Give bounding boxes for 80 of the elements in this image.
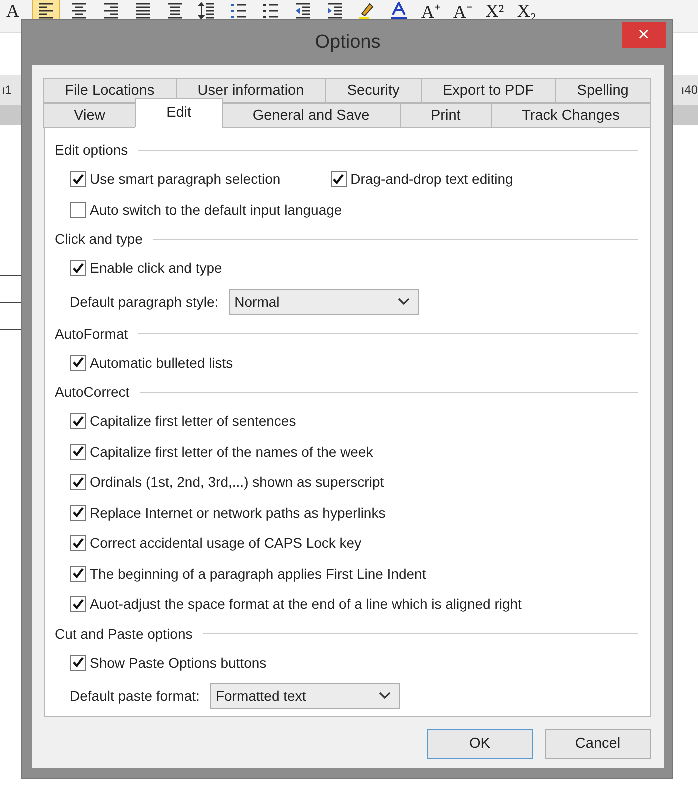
toolbar-button[interactable]: X² xyxy=(482,0,508,23)
toolbar-button[interactable]: A⁺ xyxy=(418,0,444,23)
tab[interactable]: File Locations xyxy=(43,78,177,103)
justify-icon xyxy=(134,2,152,20)
section-heading: Click and type xyxy=(55,231,143,247)
dialog-button[interactable]: OK xyxy=(427,729,533,759)
checkmark-icon xyxy=(72,567,84,580)
chevron-down-icon xyxy=(398,298,410,306)
checkmark-icon xyxy=(72,598,84,611)
tab[interactable]: Edit xyxy=(135,98,223,128)
checkmark-icon xyxy=(72,476,84,489)
checkbox-label: Show Paste Options buttons xyxy=(90,654,267,671)
align-center-icon xyxy=(70,2,88,20)
tab[interactable]: User information xyxy=(176,78,326,103)
dropdown[interactable]: Formatted text xyxy=(210,683,400,709)
checkbox-label: Capitalize first letter of the names of the week xyxy=(90,444,374,460)
ruler-number: ı1 xyxy=(2,83,12,97)
checkmark-icon xyxy=(72,356,84,370)
distribute-icon xyxy=(166,2,184,20)
checkmark-icon xyxy=(72,445,84,458)
checkbox[interactable] xyxy=(70,535,86,552)
align-left-icon xyxy=(37,2,55,20)
checkmark-icon xyxy=(72,506,84,520)
checkbox[interactable] xyxy=(70,171,86,188)
outdent-icon xyxy=(294,2,312,20)
checkbox-label: Use smart paragraph selection xyxy=(90,171,281,188)
toolbar-button[interactable]: A⁻ xyxy=(450,0,476,23)
checkbox[interactable] xyxy=(70,504,86,521)
checkbox[interactable] xyxy=(70,354,86,371)
dialog-button[interactable]: Cancel xyxy=(545,729,651,759)
checkbox-label: The beginning of a paragraph applies First Line Indent xyxy=(90,566,426,582)
checkmark-icon xyxy=(332,172,346,186)
checkbox[interactable] xyxy=(70,202,86,218)
checkbox-label: Auot-adjust the space format at the end of a line which is aligned right xyxy=(90,596,522,612)
field-label: Default paste format: xyxy=(70,688,200,704)
chevron-down-icon xyxy=(378,692,391,700)
section-heading: Edit options xyxy=(55,142,128,158)
checkbox-label: Replace Internet or network paths as hyperlinks xyxy=(90,504,386,521)
section-heading: AutoFormat xyxy=(55,326,128,342)
checkmark-icon xyxy=(72,172,84,186)
checkbox-label: Capitalize first letter of sentences xyxy=(90,413,296,430)
tab[interactable]: Export to PDF xyxy=(420,78,556,103)
close-button[interactable]: × xyxy=(622,22,666,48)
toolbar-button[interactable]: A xyxy=(0,0,26,23)
section-heading: AutoCorrect xyxy=(55,384,130,400)
window-title: Options xyxy=(315,32,381,54)
section-heading: Cut and Paste options xyxy=(55,626,193,642)
bullet-list-icon xyxy=(262,2,280,20)
checkbox[interactable] xyxy=(70,413,86,430)
tab[interactable]: Security xyxy=(325,78,422,103)
checkbox[interactable] xyxy=(70,654,86,671)
tab[interactable]: Track Changes xyxy=(490,103,652,128)
tab[interactable]: Spelling xyxy=(555,78,651,103)
checkbox[interactable] xyxy=(70,566,86,582)
checkbox[interactable] xyxy=(70,260,86,276)
checkbox-label: Drag-and-drop text editing xyxy=(350,171,514,188)
checkbox-label: Enable click and type xyxy=(90,260,222,276)
checkmark-icon xyxy=(72,414,84,428)
field-label: Default paragraph style: xyxy=(70,294,219,310)
tab[interactable]: General and Save xyxy=(222,103,401,128)
checkmark-icon xyxy=(72,536,84,550)
ruler-number: ı40 xyxy=(681,83,698,97)
checkbox-label: Auto switch to the default input language xyxy=(90,202,342,218)
checkbox-label: Correct accidental usage of CAPS Lock key xyxy=(90,535,362,552)
checkbox[interactable] xyxy=(70,444,86,460)
numbered-list-icon xyxy=(230,2,248,20)
tab[interactable]: View xyxy=(43,103,136,128)
indent-icon xyxy=(326,2,344,20)
checkbox[interactable] xyxy=(330,171,347,188)
align-right-icon xyxy=(102,2,120,20)
checkmark-icon xyxy=(72,262,84,275)
dropdown[interactable]: Normal xyxy=(228,288,419,314)
line-spacing-icon xyxy=(198,2,216,20)
highlighter-icon xyxy=(358,2,376,20)
tab[interactable]: Print xyxy=(400,103,492,128)
checkbox[interactable] xyxy=(70,596,86,612)
checkbox-label: Ordinals (1st, 2nd, 3rd,...) shown as superscript xyxy=(90,474,384,490)
checkbox-label: Automatic bulleted lists xyxy=(90,354,234,371)
checkbox[interactable] xyxy=(70,474,86,490)
checkmark-icon xyxy=(72,656,84,670)
